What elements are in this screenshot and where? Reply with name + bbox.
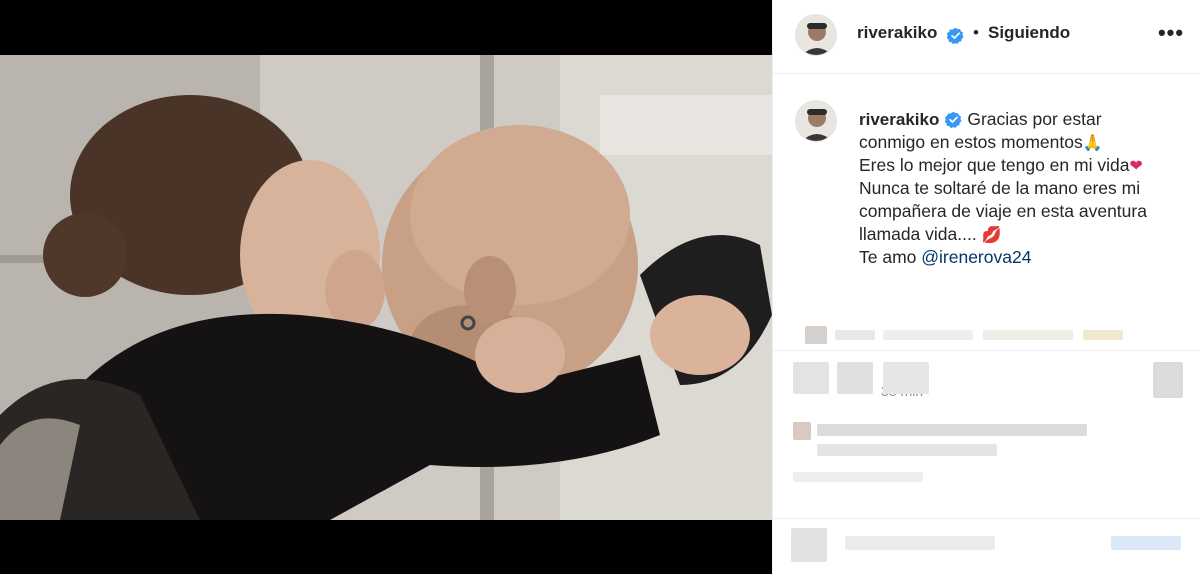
obscured-text [983,330,1073,340]
obscured-text [883,330,973,340]
obscured-comments-area [773,318,1200,574]
caption-line-5: compañera de viaje en esta aventura [859,201,1147,221]
obscured-save-icon[interactable] [1153,362,1183,398]
mention-link[interactable]: @irenerova24 [921,247,1031,267]
avatar-image [796,101,836,141]
post-header: riverakiko • Siguiendo ••• [773,0,1200,74]
post-media[interactable] [0,0,772,574]
post-photo[interactable] [0,55,772,520]
caption-username[interactable]: riverakiko [859,110,939,129]
obscured-publish-button[interactable] [1111,536,1181,550]
obscured-text [835,330,875,340]
obscured-comment-icon[interactable] [837,362,873,394]
caption-line-2: conmigo en estos momentos🙏 [859,131,1189,154]
obscured-text [817,424,1087,436]
obscured-text [793,472,923,482]
caption-text-line-3: Eres lo mejor que tengo en mi vida [859,155,1130,175]
verified-badge-icon [947,27,964,44]
obscured-text [1083,330,1123,340]
header-separator-dot: • [973,23,979,42]
user-avatar[interactable] [795,14,837,56]
obscured-share-icon[interactable] [883,362,929,394]
heart-emoji-icon: ❤ [1129,156,1143,175]
caption-avatar[interactable] [795,100,837,142]
post-photo-illustration [0,55,772,520]
obscured-like-icon[interactable] [793,362,829,394]
obscured-text [817,444,997,456]
avatar-image [796,15,836,55]
caption-line-3: Eres lo mejor que tengo en mi vida❤ [859,154,1189,177]
caption-line-7: Te amo @irenerova24 [859,246,1189,269]
divider [773,350,1200,351]
verified-badge-icon [945,111,962,128]
caption-line-6: llamada vida.... 💋 [859,223,1189,246]
pray-emoji-icon: 🙏 [1082,133,1103,152]
obscured-comment-input[interactable] [845,536,995,550]
obscured-emoji-icon[interactable] [791,528,827,562]
divider [773,518,1200,519]
caption-text-line-1: Gracias por estar [967,109,1102,129]
caption-text-line-6: llamada vida.... [859,224,977,244]
caption-line-1: riverakiko Gracias por estar [859,108,1189,131]
post-side-panel: riverakiko • Siguiendo ••• riverakiko Gra… [772,0,1200,574]
following-button[interactable]: Siguiendo [988,23,1070,43]
header-username[interactable]: riverakiko [857,23,937,43]
caption-text-line-7: Te amo [859,247,922,267]
caption-text-line-2: conmigo en estos momentos [859,132,1083,152]
kiss-emoji-icon: 💋 [981,225,1002,244]
obscured-avatar [805,326,827,344]
caption-text: riverakiko Gracias por estar conmigo en e… [859,108,1189,269]
more-options-icon[interactable]: ••• [1156,18,1186,48]
obscured-avatar [793,422,811,440]
caption-line-4: Nunca te soltaré de la mano eres mi [859,178,1141,198]
